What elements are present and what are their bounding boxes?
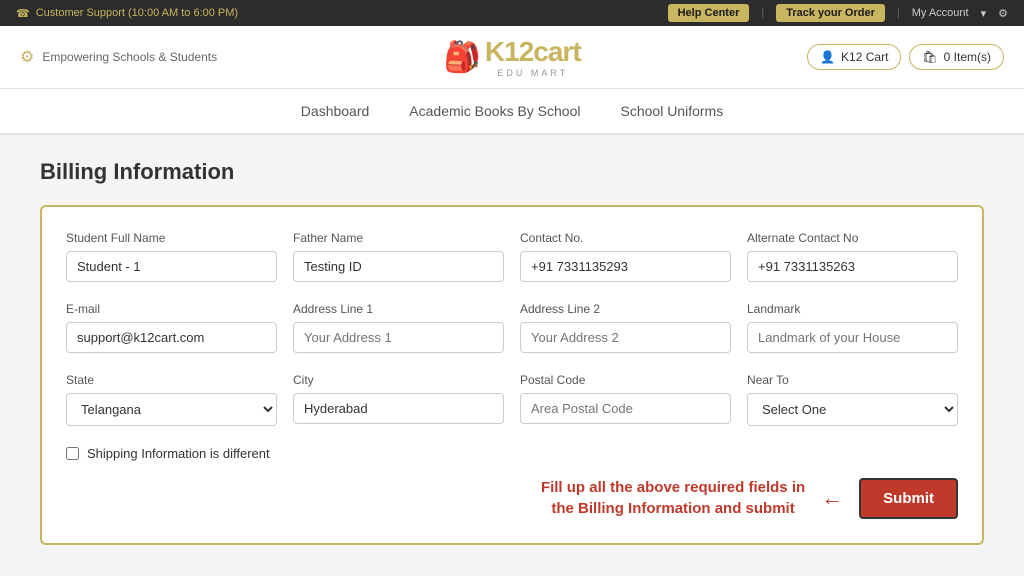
student-name-input[interactable] <box>66 251 277 282</box>
city-label: City <box>293 373 504 387</box>
contact-input[interactable] <box>520 251 731 282</box>
addr1-input[interactable] <box>293 322 504 353</box>
student-name-group: Student Full Name <box>66 231 277 282</box>
form-row-2: E-mail Address Line 1 Address Line 2 Lan… <box>66 302 958 353</box>
top-bar-right: Help Center | Track your Order | My Acco… <box>668 4 1008 22</box>
father-name-group: Father Name <box>293 231 504 282</box>
postal-input[interactable] <box>520 393 731 424</box>
email-label: E-mail <box>66 302 277 316</box>
alt-contact-input[interactable] <box>747 251 958 282</box>
tagline: Empowering Schools & Students <box>42 50 217 64</box>
settings-icon: ⚙ <box>998 7 1008 20</box>
cart-icon: 👤 <box>820 50 835 64</box>
page-title: Billing Information <box>40 159 984 185</box>
billing-form-card: Student Full Name Father Name Contact No… <box>40 205 984 545</box>
header: ⚙ Empowering Schools & Students 🎒 K12car… <box>0 26 1024 89</box>
header-tagline-area: ⚙ Empowering Schools & Students <box>20 47 217 67</box>
submit-hint-line2: the Billing Information and submit <box>551 500 794 517</box>
logo: 🎒 K12cart EDU MART <box>444 36 581 78</box>
city-input[interactable] <box>293 393 504 424</box>
student-name-label: Student Full Name <box>66 231 277 245</box>
items-label: 0 Item(s) <box>944 50 991 64</box>
logo-sub: EDU MART <box>497 68 568 78</box>
landmark-input[interactable] <box>747 322 958 353</box>
arrow-right-icon: ← <box>821 485 843 511</box>
addr2-group: Address Line 2 <box>520 302 731 353</box>
nearto-group: Near To Select One <box>747 373 958 426</box>
father-name-label: Father Name <box>293 231 504 245</box>
shipping-info-row: Shipping Information is different <box>66 446 958 461</box>
k12cart-button[interactable]: 👤 K12 Cart <box>807 44 901 70</box>
shopping-bag-icon: 🛍 <box>922 50 937 64</box>
nav-school-uniforms[interactable]: School Uniforms <box>621 99 724 123</box>
landmark-label: Landmark <box>747 302 958 316</box>
contact-group: Contact No. <box>520 231 731 282</box>
submit-hint-line1: Fill up all the above required fields in <box>541 479 805 496</box>
submit-area: Fill up all the above required fields in… <box>66 477 958 519</box>
support-text: Customer Support (10:00 AM to 6:00 PM) <box>36 7 238 19</box>
nav-books-by-school[interactable]: Academic Books By School <box>409 99 580 123</box>
chevron-down-icon: ▾ <box>981 7 987 20</box>
email-group: E-mail <box>66 302 277 353</box>
postal-group: Postal Code <box>520 373 731 426</box>
addr1-group: Address Line 1 <box>293 302 504 353</box>
state-select[interactable]: Telangana <box>66 393 277 426</box>
state-label: State <box>66 373 277 387</box>
logo-brand: K12cart <box>485 36 581 68</box>
track-order-button[interactable]: Track your Order <box>776 4 885 22</box>
help-center-button[interactable]: Help Center <box>668 4 750 22</box>
submit-button[interactable]: Submit <box>859 478 958 519</box>
phone-icon: ☎ <box>16 7 30 20</box>
addr2-input[interactable] <box>520 322 731 353</box>
top-bar: ☎ Customer Support (10:00 AM to 6:00 PM)… <box>0 0 1024 26</box>
contact-label: Contact No. <box>520 231 731 245</box>
email-input[interactable] <box>66 322 277 353</box>
nav-dashboard[interactable]: Dashboard <box>301 99 370 123</box>
header-actions: 👤 K12 Cart 🛍 0 Item(s) <box>807 44 1004 70</box>
landmark-group: Landmark <box>747 302 958 353</box>
addr2-label: Address Line 2 <box>520 302 731 316</box>
father-name-input[interactable] <box>293 251 504 282</box>
k12cart-label: K12 Cart <box>841 50 888 64</box>
nearto-label: Near To <box>747 373 958 387</box>
form-row-3: State Telangana City Postal Code Near To… <box>66 373 958 426</box>
shipping-info-checkbox[interactable] <box>66 447 79 460</box>
addr1-label: Address Line 1 <box>293 302 504 316</box>
nearto-select[interactable]: Select One <box>747 393 958 426</box>
main-nav: Dashboard Academic Books By School Schoo… <box>0 89 1024 135</box>
shipping-info-label: Shipping Information is different <box>87 446 270 461</box>
support-info: ☎ Customer Support (10:00 AM to 6:00 PM) <box>16 7 238 20</box>
postal-label: Postal Code <box>520 373 731 387</box>
gear-icon: ⚙ <box>20 47 34 67</box>
logo-text-area: K12cart EDU MART <box>485 36 581 78</box>
submit-hint: Fill up all the above required fields in… <box>541 477 805 519</box>
city-group: City <box>293 373 504 426</box>
logo-mascot-icon: 🎒 <box>444 40 481 75</box>
state-group: State Telangana <box>66 373 277 426</box>
form-row-1: Student Full Name Father Name Contact No… <box>66 231 958 282</box>
alt-contact-label: Alternate Contact No <box>747 231 958 245</box>
alt-contact-group: Alternate Contact No <box>747 231 958 282</box>
my-account-link[interactable]: My Account <box>912 7 969 19</box>
main-content: Billing Information Student Full Name Fa… <box>0 135 1024 569</box>
items-button[interactable]: 🛍 0 Item(s) <box>909 44 1004 70</box>
